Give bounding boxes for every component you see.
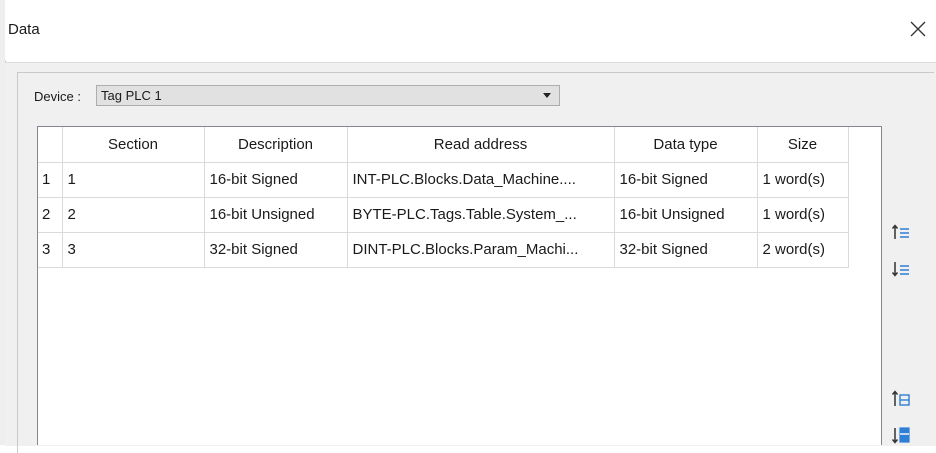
column-header-data-type[interactable]: Data type [613, 127, 758, 163]
move-to-bottom-icon[interactable] [891, 425, 911, 445]
title-bar: Data [5, 0, 936, 60]
table-header-row: Section Description Read address Data ty… [38, 127, 849, 163]
cell-section[interactable]: 3 [61, 231, 205, 268]
cell-data-type[interactable]: 32-bit Signed [613, 231, 758, 268]
cell-read-address[interactable]: INT-PLC.Blocks.Data_Machine.... [346, 161, 615, 198]
sort-descending-icon[interactable] [891, 259, 911, 279]
row-number: 1 [38, 161, 63, 198]
close-icon[interactable] [906, 17, 930, 41]
column-header-section[interactable]: Section [61, 127, 205, 163]
window-title: Data [8, 21, 40, 38]
table-row[interactable]: 3 3 32-bit Signed DINT-PLC.Blocks.Param_… [38, 231, 849, 268]
sort-ascending-icon[interactable] [891, 222, 911, 242]
data-table: Section Description Read address Data ty… [38, 127, 849, 268]
column-header-read-address[interactable]: Read address [346, 127, 615, 163]
cell-description[interactable]: 32-bit Signed [203, 231, 348, 268]
data-grid[interactable]: Section Description Read address Data ty… [37, 126, 882, 445]
cell-read-address[interactable]: BYTE-PLC.Tags.Table.System_... [346, 196, 615, 233]
cell-size[interactable]: 2 word(s) [756, 231, 849, 268]
column-header-size[interactable]: Size [756, 127, 849, 163]
device-selected-value: Tag PLC 1 [101, 88, 162, 103]
row-number: 2 [38, 196, 63, 233]
row-number: 3 [38, 231, 63, 268]
move-to-top-icon[interactable] [891, 388, 911, 408]
cell-data-type[interactable]: 16-bit Signed [613, 161, 758, 198]
cell-read-address[interactable]: DINT-PLC.Blocks.Param_Machi... [346, 231, 615, 268]
table-row[interactable]: 1 1 16-bit Signed INT-PLC.Blocks.Data_Ma… [38, 161, 849, 198]
cell-description[interactable]: 16-bit Unsigned [203, 196, 348, 233]
table-row[interactable]: 2 2 16-bit Unsigned BYTE-PLC.Tags.Table.… [38, 196, 849, 233]
cell-data-type[interactable]: 16-bit Unsigned [613, 196, 758, 233]
cell-description[interactable]: 16-bit Signed [203, 161, 348, 198]
column-header-description[interactable]: Description [203, 127, 348, 163]
chevron-down-icon [543, 93, 551, 98]
cell-size[interactable]: 1 word(s) [756, 196, 849, 233]
device-label: Device : [34, 89, 81, 104]
device-dropdown[interactable]: Tag PLC 1 [96, 85, 560, 106]
row-number-header [38, 127, 63, 163]
cell-size[interactable]: 1 word(s) [756, 161, 849, 198]
cell-section[interactable]: 2 [61, 196, 205, 233]
cell-section[interactable]: 1 [61, 161, 205, 198]
